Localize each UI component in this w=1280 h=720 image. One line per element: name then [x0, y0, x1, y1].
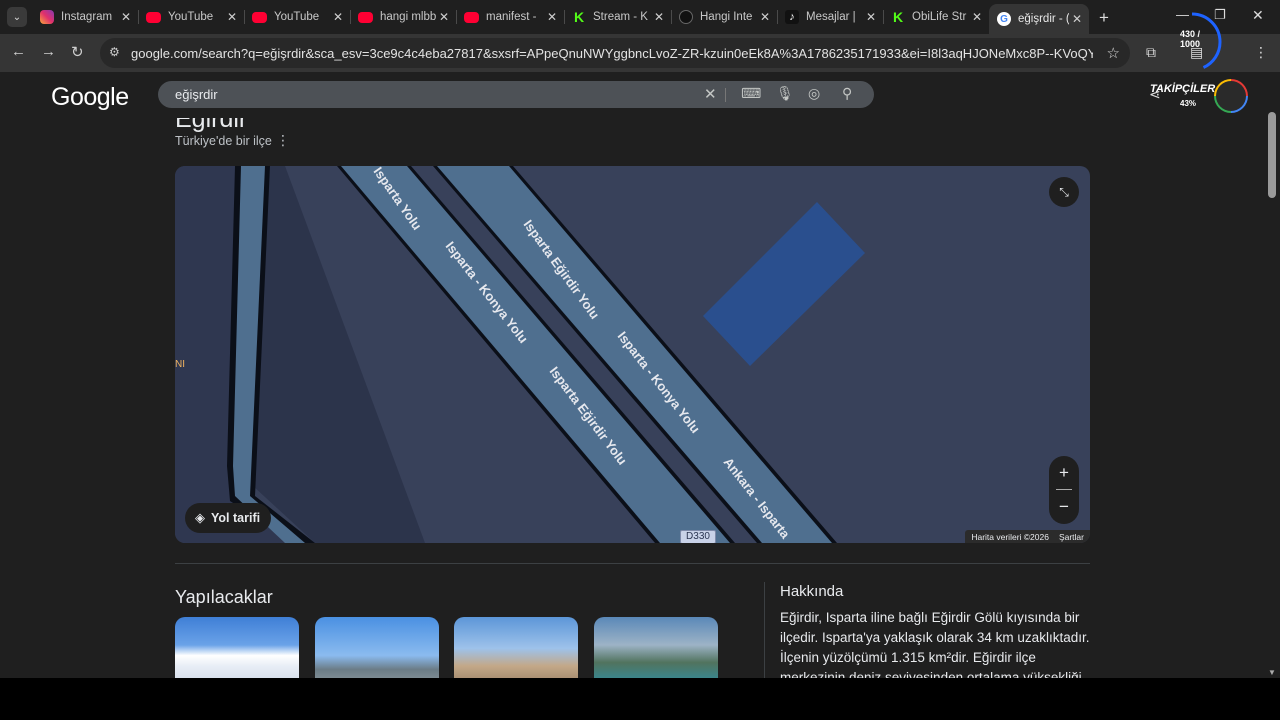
- menu-icon[interactable]: ⋮: [1254, 44, 1268, 61]
- forward-button[interactable]: →: [41, 43, 56, 60]
- chevron-down-icon: ⌄: [12, 11, 22, 23]
- fullscreen-exit-button[interactable]: ⤡: [1049, 177, 1079, 207]
- arrow-right-icon: →: [41, 43, 56, 60]
- clear-icon[interactable]: ✕: [704, 85, 717, 103]
- tab-egirdir-active[interactable]: G eğişrdir - ( ✕: [989, 4, 1089, 34]
- tiktok-icon: ♪: [785, 10, 799, 24]
- map-attribution: Harita verileri ©2026 Şartlar: [965, 530, 1090, 543]
- tab-youtube-2[interactable]: YouTube ✕: [244, 4, 350, 30]
- vertical-scrollbar[interactable]: ▼: [1264, 110, 1280, 678]
- tab-instagram[interactable]: Instagram ✕: [32, 4, 138, 30]
- new-tab-button[interactable]: +: [1099, 8, 1109, 28]
- circle-icon: [679, 10, 693, 24]
- letterbox-bar: [0, 678, 1280, 720]
- close-icon[interactable]: ✕: [224, 10, 240, 24]
- about-description: Eğirdir, Isparta iline bağlı Eğirdir Göl…: [780, 610, 1090, 678]
- instagram-icon: [40, 10, 54, 24]
- close-icon[interactable]: ✕: [757, 10, 773, 24]
- kick-icon: K: [892, 9, 904, 25]
- tab-stream-kick[interactable]: K Stream - K ✕: [564, 4, 671, 30]
- back-button[interactable]: ←: [11, 43, 26, 60]
- overlay-counter: 430 / 1000: [1179, 29, 1201, 49]
- close-icon: ✕: [1252, 7, 1264, 23]
- directions-label: Yol tarifi: [211, 511, 261, 525]
- tab-strip: ⌄ Instagram ✕ YouTube ✕ YouTube ✕ hangi …: [0, 0, 1280, 34]
- zoom-out-button[interactable]: −: [1049, 492, 1079, 522]
- google-icon: G: [997, 12, 1011, 26]
- scrollbar-thumb[interactable]: [1268, 112, 1276, 198]
- directions-button[interactable]: ◈ Yol tarifi: [185, 503, 272, 533]
- avatar-image: [1216, 81, 1246, 111]
- about-heading: Hakkında: [780, 583, 844, 600]
- search-input[interactable]: eğişrdir: [175, 87, 218, 102]
- collapse-icon: ⤡: [1059, 184, 1069, 199]
- map-data-credit: Harita verileri ©2026: [971, 531, 1049, 542]
- close-icon[interactable]: ✕: [118, 10, 134, 24]
- close-icon[interactable]: ✕: [651, 10, 667, 24]
- youtube-icon: [146, 11, 161, 23]
- share-icon[interactable]: ⋖: [1149, 86, 1161, 103]
- more-options-icon[interactable]: ⋮: [276, 132, 290, 149]
- zoom-in-button[interactable]: +: [1049, 458, 1079, 488]
- zoom-control: + −: [1049, 456, 1079, 524]
- extensions-icon[interactable]: ⧉: [1146, 44, 1156, 61]
- tab-mesajlar[interactable]: ♪ Mesajlar | ✕: [777, 4, 883, 30]
- map[interactable]: Isparta Yolu Isparta - Konya Yolu Ispart…: [175, 166, 1090, 543]
- url-text[interactable]: google.com/search?q=eğişrdir&sca_esv=3ce…: [131, 46, 1093, 61]
- attraction-card[interactable]: [594, 617, 718, 678]
- close-icon[interactable]: ✕: [863, 10, 879, 24]
- tab-obilife[interactable]: K ObiLife Str ✕: [883, 4, 989, 30]
- map-canvas: Isparta Yolu Isparta - Konya Yolu Ispart…: [175, 166, 865, 543]
- attraction-card[interactable]: [454, 617, 578, 678]
- search-box[interactable]: eğişrdir ✕ ⌨ 🎙 ◎ ⚲: [158, 81, 874, 108]
- youtube-icon: [358, 11, 373, 23]
- microphone-icon[interactable]: 🎙: [776, 85, 794, 102]
- close-window-button[interactable]: ✕: [1252, 7, 1264, 24]
- google-header: Google eğişrdir ✕ ⌨ 🎙 ◎ ⚲: [0, 72, 1264, 118]
- tab-youtube-1[interactable]: YouTube ✕: [138, 4, 244, 30]
- site-settings-icon[interactable]: ⚙: [109, 45, 120, 59]
- plus-icon: +: [1099, 8, 1109, 27]
- browser-toolbar: ← → ↻ ⚙ google.com/search?q=eğişrdir&sca…: [0, 34, 1280, 72]
- scroll-down-arrow[interactable]: ▼: [1268, 668, 1276, 677]
- plus-icon: +: [1059, 463, 1069, 482]
- reload-button[interactable]: ↻: [71, 43, 84, 61]
- attraction-card[interactable]: [315, 617, 439, 678]
- tab-search-button[interactable]: ⌄: [7, 7, 27, 27]
- youtube-icon: [252, 11, 267, 23]
- column-divider: [764, 582, 765, 678]
- terms-link[interactable]: Şartlar: [1059, 532, 1084, 542]
- close-icon[interactable]: ✕: [1069, 12, 1085, 26]
- reload-icon: ↻: [71, 44, 84, 61]
- close-icon[interactable]: ✕: [544, 10, 560, 24]
- avatar[interactable]: [1214, 79, 1248, 113]
- tab-hangi-mlbb[interactable]: hangi mlbb ✕: [350, 4, 456, 30]
- attraction-card[interactable]: [175, 617, 299, 678]
- lens-icon[interactable]: ◎: [808, 85, 820, 102]
- search-icon[interactable]: ⚲: [842, 85, 852, 102]
- youtube-icon: [464, 11, 479, 23]
- bookmark-star-icon[interactable]: ☆: [1107, 44, 1120, 62]
- place-subtitle: Türkiye'de bir ilçe: [175, 134, 272, 148]
- close-icon[interactable]: ✕: [969, 10, 985, 24]
- road-shield: D330: [680, 530, 716, 543]
- keyboard-icon[interactable]: ⌨: [741, 85, 761, 102]
- minus-icon: −: [1059, 497, 1069, 516]
- things-to-do-heading: Yapılacaklar: [175, 587, 273, 607]
- arrow-left-icon: ←: [11, 43, 26, 60]
- address-bar[interactable]: ⚙ google.com/search?q=eğişrdir&sca_esv=3…: [100, 38, 1130, 68]
- map-edge-label: NI: [175, 359, 185, 370]
- google-logo[interactable]: Google: [51, 83, 129, 112]
- close-icon[interactable]: ✕: [436, 10, 452, 24]
- section-divider: [175, 563, 1090, 564]
- search-results-page: Google eğişrdir ✕ ⌨ 🎙 ◎ ⚲ Eğirdir Türkiy…: [0, 72, 1280, 678]
- tab-hangi-inte[interactable]: Hangi İnte ✕: [671, 4, 777, 30]
- map-water-area: [703, 202, 865, 366]
- directions-icon: ◈: [195, 510, 205, 525]
- kick-icon: K: [573, 9, 585, 25]
- browser-window: ⌄ Instagram ✕ YouTube ✕ YouTube ✕ hangi …: [0, 0, 1280, 720]
- overlay-percent: 43%: [1180, 99, 1197, 108]
- close-icon[interactable]: ✕: [330, 10, 346, 24]
- tab-manifest[interactable]: manifest - ✕: [456, 4, 564, 30]
